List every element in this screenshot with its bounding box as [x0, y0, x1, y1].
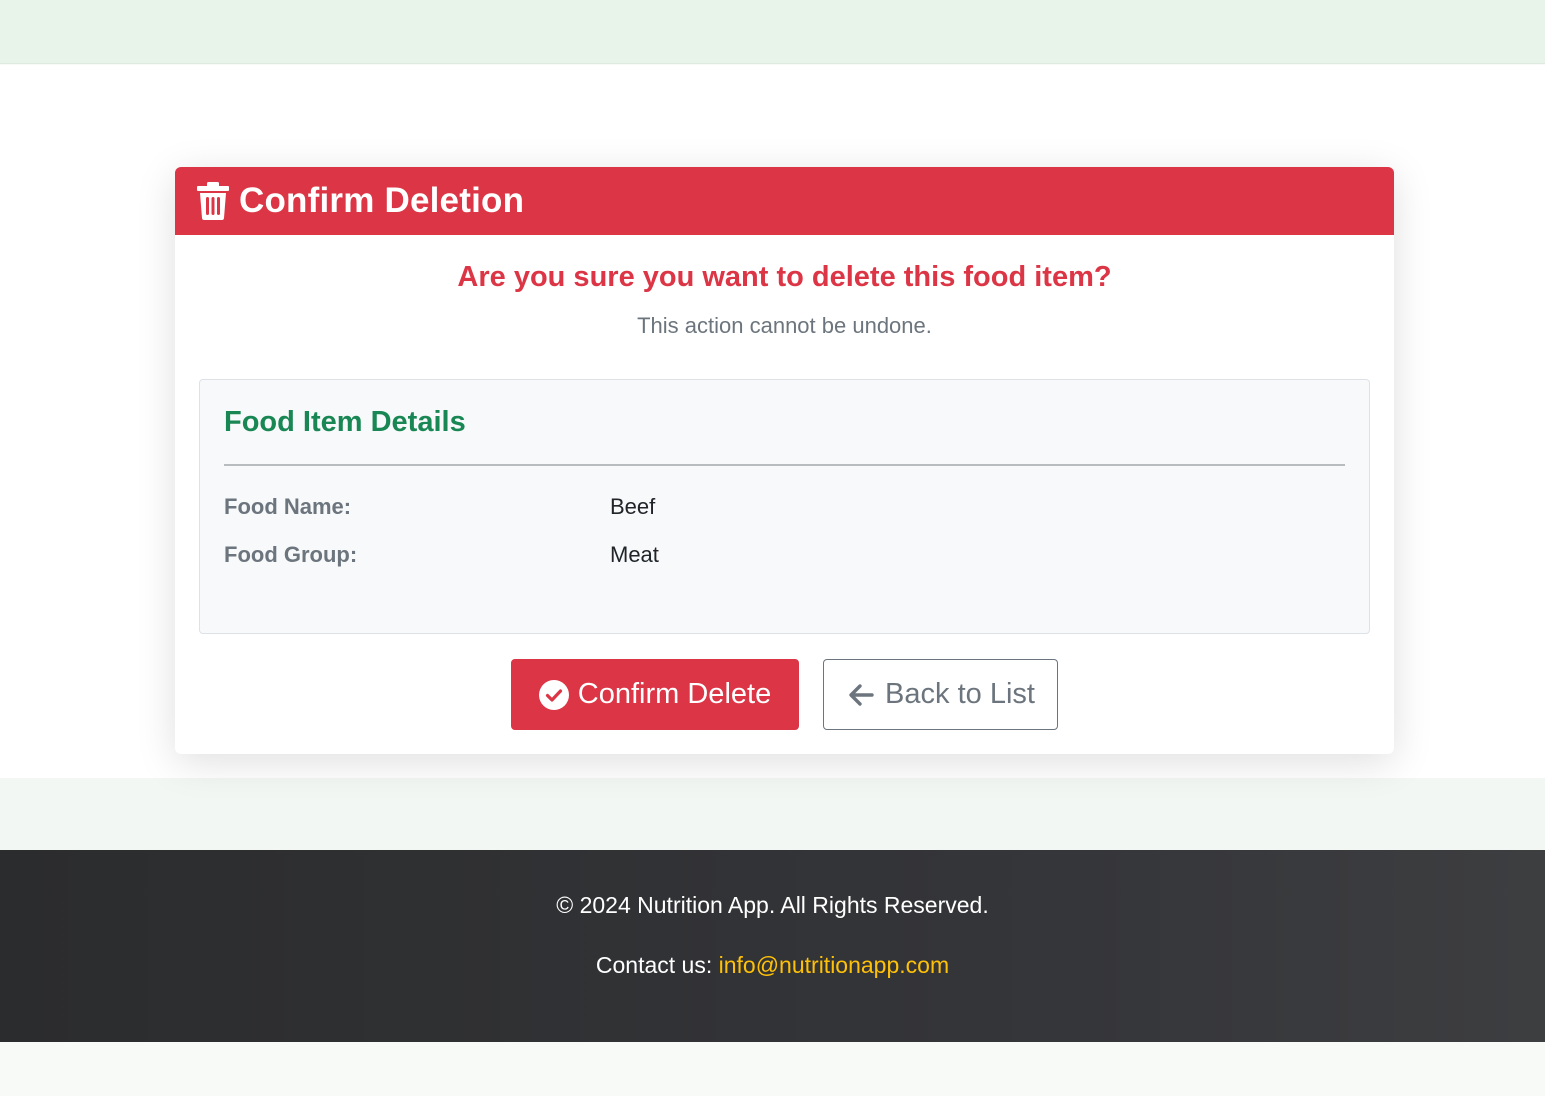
food-name-label: Food Name:: [224, 494, 352, 519]
arrow-left-icon: [846, 680, 876, 710]
food-name-value: Beef: [610, 494, 656, 519]
footer-copyright: © 2024 Nutrition App. All Rights Reserve…: [556, 892, 989, 918]
card-title: Confirm Deletion: [239, 181, 525, 220]
lower-spacer: [0, 778, 1545, 850]
details-divider: [224, 464, 1345, 466]
back-to-list-label: Back to List: [885, 678, 1035, 710]
back-to-list-button[interactable]: Back to List: [823, 659, 1058, 730]
footer-contact: Contact us: info@nutritionapp.com: [0, 952, 1545, 979]
delete-confirmation-card: Confirm Deletion Are you sure you want t…: [175, 167, 1394, 754]
confirmation-question: Are you sure you want to delete this foo…: [457, 261, 1112, 293]
contact-email-link[interactable]: info@nutritionapp.com: [719, 952, 949, 978]
page-footer: © 2024 Nutrition App. All Rights Reserve…: [0, 850, 1545, 1042]
irreversible-warning: This action cannot be undone.: [637, 313, 932, 338]
food-item-details-panel: Food Item Details Food Name: Beef Food G…: [199, 379, 1370, 634]
trash-icon: [197, 182, 229, 220]
card-header: Confirm Deletion: [175, 167, 1394, 235]
top-banner: [0, 0, 1545, 64]
check-circle-icon: [538, 679, 569, 710]
contact-prefix: Contact us:: [595, 952, 719, 978]
food-group-value: Meat: [610, 542, 659, 567]
card-body: Are you sure you want to delete this foo…: [175, 235, 1394, 754]
confirm-delete-button[interactable]: Confirm Delete: [511, 659, 799, 730]
details-title: Food Item Details: [224, 406, 466, 438]
confirm-delete-label: Confirm Delete: [577, 678, 772, 710]
bottom-spacer: [0, 1042, 1545, 1096]
food-group-label: Food Group:: [224, 542, 358, 567]
